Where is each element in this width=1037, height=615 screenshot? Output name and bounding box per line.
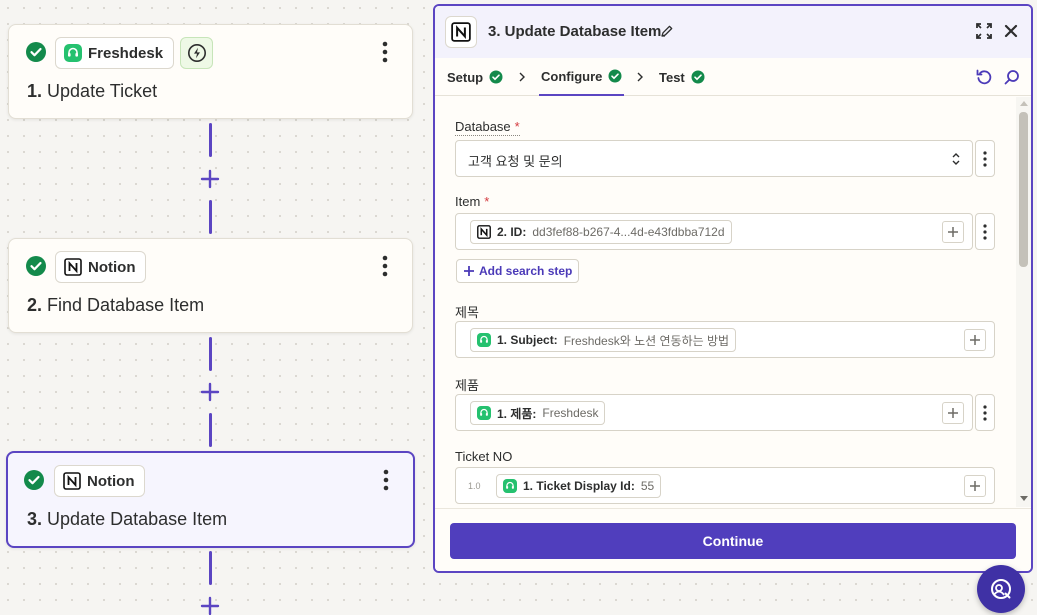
app-pill-notion: Notion [54,465,146,497]
scroll-down-arrow-icon[interactable] [1019,495,1029,503]
notion-icon [477,225,491,239]
ticket-no-field[interactable]: 1.0 1. Ticket Display Id: 55 [455,467,995,504]
database-value: 고객 요청 및 문의 [468,154,563,169]
database-label: Database * [455,119,520,136]
add-step-plus-icon[interactable] [200,596,220,615]
item-label: Item * [455,194,490,209]
step-card-3[interactable]: Notion 3. Update Database Item [6,451,415,548]
connector-line [209,551,212,585]
freshdesk-icon [64,44,82,62]
product-field[interactable]: 1. 제품: Freshdesk [455,394,973,431]
step-editor-panel: 3. Update Database Item Setup Configure [433,4,1033,573]
more-options-icon[interactable] [380,253,390,279]
add-step-plus-icon[interactable] [200,382,220,402]
field-options-kebab-icon[interactable] [975,140,995,177]
step-card-1[interactable]: Freshdesk 1. Update Ticket [8,24,413,119]
app-pill-freshdesk: Freshdesk [55,37,175,69]
item-field[interactable]: 2. ID: dd3fef88-b267-4...4d-e43fdbba712d [455,213,973,250]
help-chat-button[interactable] [977,565,1025,613]
form-scrollbar[interactable] [1016,97,1031,507]
app-name: Notion [88,258,136,276]
connector-line [209,123,212,157]
product-field-label: 제품 [455,378,479,393]
notion-icon [445,16,477,48]
panel-footer: Continue [435,508,1031,571]
more-options-icon[interactable] [381,467,391,493]
more-options-icon[interactable] [380,39,390,65]
title-field[interactable]: 1. Subject: Freshdesk와 노션 연동하는 방법 [455,321,995,358]
freshdesk-icon [477,406,491,420]
configure-form: Database * 고객 요청 및 문의 Item * 2. ID: dd3fef… [435,97,1015,507]
add-step-plus-icon[interactable] [200,169,220,189]
trigger-bolt-icon [180,37,213,69]
notion-icon [63,472,81,490]
connector-line [209,413,212,447]
scroll-up-arrow-icon[interactable] [1019,99,1029,107]
continue-button[interactable]: Continue [450,523,1016,559]
step-card-2[interactable]: Notion 2. Find Database Item [8,238,413,333]
number-type-hint: 1.0 [468,481,481,491]
insert-data-plus-icon[interactable] [964,329,986,351]
freshdesk-icon [477,333,491,347]
step-tabs: Setup Configure Test [435,58,1031,96]
ticket-no-label: Ticket NO [455,449,513,464]
check-circle-icon [23,469,45,491]
support-agent-icon [988,576,1014,602]
panel-header: 3. Update Database Item [435,6,1031,58]
edit-title-pencil-icon[interactable] [660,24,674,38]
mapped-field-token[interactable]: 1. 제품: Freshdesk [470,401,606,425]
connector-line [209,200,212,234]
check-circle-icon [691,70,705,84]
field-options-kebab-icon[interactable] [975,213,995,250]
chevron-right-icon [517,70,527,84]
check-circle-icon [489,70,503,84]
add-search-step-button[interactable]: Add search step [456,259,580,283]
app-name: Freshdesk [88,44,164,62]
tab-test[interactable]: Test [659,58,705,96]
close-icon[interactable] [1002,22,1020,40]
field-options-kebab-icon[interactable] [975,394,995,431]
insert-data-plus-icon[interactable] [942,402,964,424]
tab-setup[interactable]: Setup [447,58,503,96]
database-select[interactable]: 고객 요청 및 문의 [455,140,973,177]
mapped-field-token[interactable]: 2. ID: dd3fef88-b267-4...4d-e43fdbba712d [470,220,732,244]
undo-icon[interactable] [975,68,993,86]
insert-data-plus-icon[interactable] [942,221,964,243]
scroll-thumb[interactable] [1019,112,1028,267]
app-name: Notion [87,472,135,490]
notion-icon [64,258,82,276]
freshdesk-icon [503,479,517,493]
chevron-right-icon [635,70,645,84]
panel-title: 3. Update Database Item [488,23,662,40]
title-field-label: 제목 [455,305,479,320]
check-circle-icon [25,255,47,277]
step-title: 3. Update Database Item [27,509,228,529]
plus-icon [463,265,475,277]
insert-data-plus-icon[interactable] [964,475,986,497]
mapped-field-token[interactable]: 1. Ticket Display Id: 55 [496,474,662,498]
step-title: 2. Find Database Item [27,295,205,315]
connector-line [209,337,212,371]
expand-icon[interactable] [975,22,993,40]
step-title: 1. Update Ticket [27,81,158,101]
mapped-field-token[interactable]: 1. Subject: Freshdesk와 노션 연동하는 방법 [470,328,737,352]
app-pill-notion: Notion [55,251,147,283]
search-icon[interactable] [1003,68,1021,86]
check-circle-icon [608,69,622,83]
check-circle-icon [25,41,47,63]
chevron-up-down-icon [950,151,962,167]
tab-configure[interactable]: Configure [539,58,625,96]
